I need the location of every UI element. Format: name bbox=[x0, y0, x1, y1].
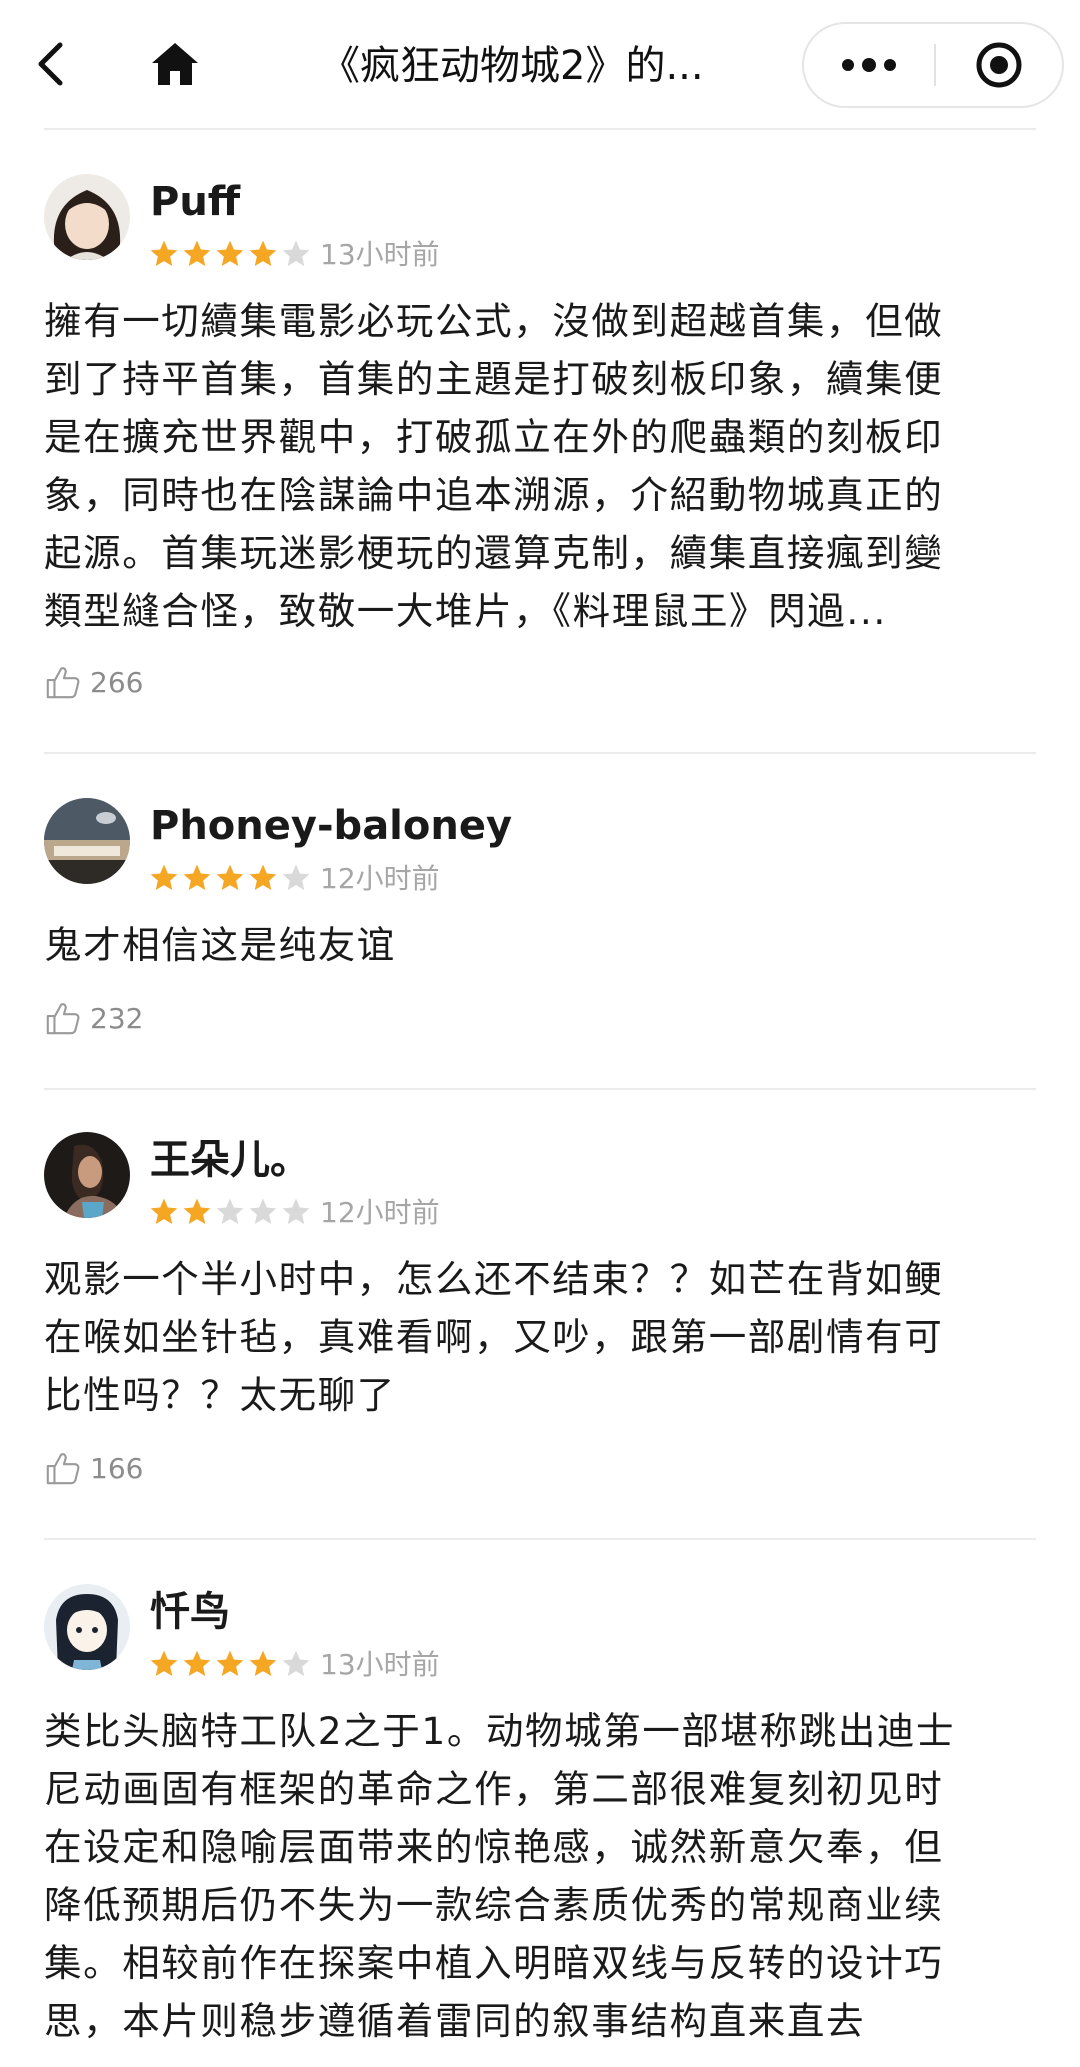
star-empty-icon bbox=[216, 1198, 244, 1224]
content-line: 象，同時也在陰謀論中追本溯源，介紹動物城真正的 bbox=[44, 473, 944, 517]
star-filled-icon bbox=[216, 864, 244, 890]
star-filled-icon bbox=[183, 1198, 211, 1224]
content-line: 類型縫合怪，致敬一大堆片，《料理鼠王》閃過... bbox=[44, 589, 887, 633]
avatar[interactable] bbox=[44, 1584, 130, 1670]
star-filled-icon bbox=[216, 1650, 244, 1676]
more-icon[interactable] bbox=[804, 24, 934, 106]
mini-program-capsule bbox=[802, 22, 1064, 108]
star-rating bbox=[148, 1196, 313, 1230]
like-count: 266 bbox=[90, 665, 144, 699]
review-content[interactable]: 鬼才相信这是纯友谊 bbox=[44, 916, 1044, 974]
content-line: 降低预期后仍不失为一款综合素质优秀的常规商业续 bbox=[44, 1883, 944, 1927]
home-icon[interactable] bbox=[148, 38, 202, 90]
star-filled-icon bbox=[150, 240, 178, 266]
like-count: 166 bbox=[90, 1451, 144, 1485]
review-content[interactable]: 擁有一切續集電影必玩公式，沒做到超越首集，但做 到了持平首集，首集的主題是打破刻… bbox=[44, 292, 1044, 640]
content-line: 尼动画固有框架的革命之作，第二部很难复刻初见时 bbox=[44, 1767, 944, 1811]
username[interactable]: 忏鸟 bbox=[150, 1586, 230, 1638]
star-filled-icon bbox=[150, 864, 178, 890]
username[interactable]: Puff bbox=[150, 176, 240, 228]
review-time: 12小时前 bbox=[320, 862, 440, 895]
star-filled-icon bbox=[150, 1650, 178, 1676]
content-line: 鬼才相信这是纯友谊 bbox=[44, 923, 396, 967]
star-filled-icon bbox=[183, 1650, 211, 1676]
divider bbox=[44, 752, 1036, 754]
review-time: 12小时前 bbox=[320, 1196, 440, 1229]
avatar[interactable] bbox=[44, 798, 130, 884]
star-filled-icon bbox=[249, 240, 277, 266]
content-line: 在喉如坐针毡，真难看啊，又吵，跟第一部剧情有可 bbox=[44, 1315, 944, 1359]
divider bbox=[44, 1538, 1036, 1540]
star-filled-icon bbox=[183, 864, 211, 890]
content-line: 集。相较前作在探案中植入明暗双线与反转的设计巧 bbox=[44, 1941, 944, 1985]
page-title: 《疯狂动物城2》的... bbox=[320, 43, 704, 89]
star-filled-icon bbox=[216, 240, 244, 266]
review-time: 13小时前 bbox=[320, 238, 440, 271]
like-button[interactable]: 266 bbox=[44, 660, 143, 704]
content-line: 观影一个半小时中，怎么还不结束？？如芒在背如鲠 bbox=[44, 1257, 944, 1301]
star-empty-icon bbox=[282, 864, 310, 890]
star-rating bbox=[148, 1648, 313, 1682]
star-empty-icon bbox=[282, 1650, 310, 1676]
content-line: 比性吗？？太无聊了 bbox=[44, 1373, 396, 1417]
star-empty-icon bbox=[282, 240, 310, 266]
content-line: 到了持平首集，首集的主題是打破刻板印象，續集便 bbox=[44, 357, 944, 401]
star-filled-icon bbox=[249, 1650, 277, 1676]
thumbs-up-icon bbox=[46, 1453, 80, 1485]
review-content[interactable]: 类比头脑特工队2之于1。动物城第一部堪称跳出迪士 尼动画固有框架的革命之作，第二… bbox=[44, 1702, 1044, 2050]
back-icon[interactable] bbox=[28, 36, 72, 92]
star-empty-icon bbox=[249, 1198, 277, 1224]
avatar[interactable] bbox=[44, 174, 130, 260]
star-empty-icon bbox=[282, 1198, 310, 1224]
star-filled-icon bbox=[183, 240, 211, 266]
star-rating bbox=[148, 238, 313, 272]
close-target-icon[interactable] bbox=[936, 24, 1062, 106]
review-content[interactable]: 观影一个半小时中，怎么还不结束？？如芒在背如鲠 在喉如坐针毡，真难看啊，又吵，跟… bbox=[44, 1250, 1044, 1424]
thumbs-up-icon bbox=[46, 1003, 80, 1035]
star-rating bbox=[148, 862, 313, 896]
like-button[interactable]: 166 bbox=[44, 1446, 143, 1490]
review-time: 13小时前 bbox=[320, 1648, 440, 1681]
content-line: 是在擴充世界觀中，打破孤立在外的爬蟲類的刻板印 bbox=[44, 415, 944, 459]
content-line: 擁有一切續集電影必玩公式，沒做到超越首集，但做 bbox=[44, 299, 944, 343]
username[interactable]: Phoney-baloney bbox=[150, 800, 512, 852]
avatar[interactable] bbox=[44, 1132, 130, 1218]
nav-bar: 《疯狂动物城2》的... bbox=[0, 0, 1080, 130]
like-button[interactable]: 232 bbox=[44, 996, 143, 1040]
content-line: 思，本片则稳步遵循着雷同的叙事结构直来直去 bbox=[44, 1999, 866, 2043]
star-filled-icon bbox=[150, 1198, 178, 1224]
content-line: 起源。首集玩迷影梗玩的還算克制，續集直接瘋到變 bbox=[44, 531, 944, 575]
divider bbox=[44, 128, 1036, 130]
content-line: 类比头脑特工队2之于1。动物城第一部堪称跳出迪士 bbox=[44, 1709, 956, 1753]
content-line: 在设定和隐喻层面带来的惊艳感，诚然新意欠奉，但 bbox=[44, 1825, 944, 1869]
thumbs-up-icon bbox=[46, 667, 80, 699]
star-filled-icon bbox=[249, 864, 277, 890]
like-count: 232 bbox=[90, 1001, 144, 1035]
divider bbox=[44, 1088, 1036, 1090]
username[interactable]: 王朵儿。 bbox=[150, 1134, 310, 1186]
